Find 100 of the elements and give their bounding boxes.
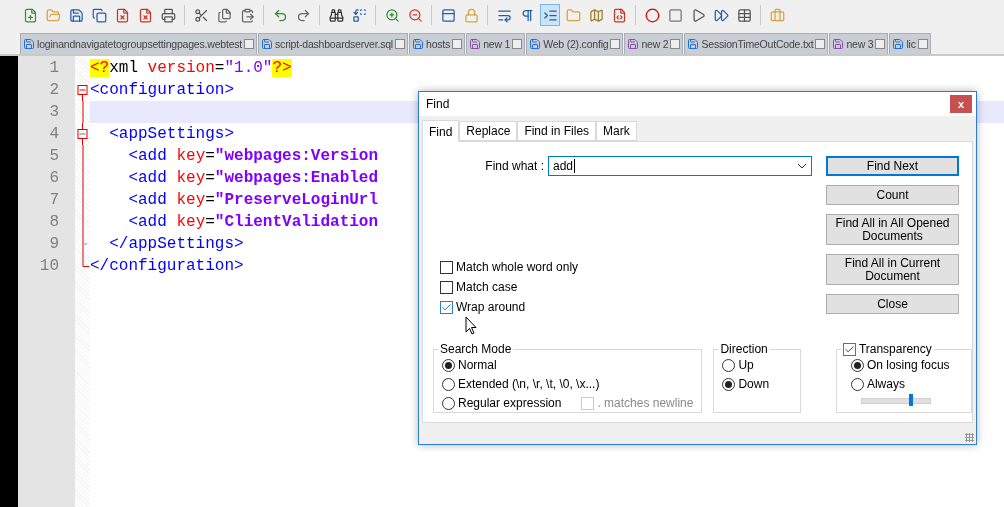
dialog-button[interactable]: Count bbox=[826, 185, 959, 205]
option-label: Up bbox=[738, 358, 754, 372]
find-what-label: Find what : bbox=[485, 159, 544, 173]
lock-icon bbox=[463, 7, 479, 23]
paste-icon bbox=[239, 7, 255, 23]
radio-button[interactable] bbox=[722, 377, 736, 391]
option-label: Match case bbox=[456, 280, 518, 294]
checkbox[interactable] bbox=[440, 280, 453, 294]
radio-button[interactable] bbox=[722, 358, 736, 372]
option-label: Normal bbox=[458, 358, 497, 372]
map-icon bbox=[588, 7, 604, 23]
zoom-in-icon bbox=[384, 7, 400, 23]
copy-icon bbox=[216, 7, 232, 23]
slider-thumb[interactable] bbox=[908, 394, 913, 406]
dialog-tab[interactable]: Find in Files bbox=[517, 121, 597, 141]
dialog-button[interactable]: Find All in Current Document bbox=[826, 254, 959, 285]
table-icon bbox=[736, 7, 752, 23]
record-icon bbox=[644, 7, 660, 23]
tab-close-icon[interactable] bbox=[917, 39, 928, 49]
tab-close-icon[interactable] bbox=[610, 39, 621, 49]
zoom-out-icon bbox=[407, 7, 423, 23]
radio-button[interactable] bbox=[850, 358, 864, 372]
close-file-icon bbox=[114, 7, 130, 23]
option-label: Down bbox=[738, 377, 770, 391]
file-tab[interactable]: loginandnavigatetogroupsettingpages.webtest bbox=[20, 33, 258, 54]
save-all-icon bbox=[91, 7, 107, 23]
play-icon bbox=[690, 7, 706, 23]
file-tab[interactable]: new 3 bbox=[829, 33, 889, 54]
code-line: <configuration> bbox=[90, 80, 235, 101]
tab-close-icon[interactable] bbox=[670, 39, 681, 49]
option-label: Regular expression bbox=[458, 396, 562, 410]
indent-guide-icon bbox=[542, 7, 558, 23]
dialog-button[interactable]: Find Next bbox=[826, 156, 959, 176]
pilcrow-icon bbox=[519, 7, 535, 23]
fold-collapse-icon[interactable] bbox=[77, 123, 88, 145]
dialog-button[interactable]: Find All in All Opened Documents bbox=[826, 214, 959, 245]
cut-icon bbox=[193, 7, 209, 23]
tab-close-icon[interactable] bbox=[512, 39, 523, 49]
radio-button[interactable] bbox=[442, 396, 455, 410]
code-line: </configuration> bbox=[90, 256, 244, 277]
option-label: . matches newline bbox=[597, 396, 694, 410]
tab-close-icon[interactable] bbox=[395, 39, 405, 49]
line-number: 6 bbox=[48, 168, 60, 189]
code-line: <add key="ClientValidation bbox=[127, 212, 379, 233]
print-icon bbox=[160, 7, 176, 23]
checkbox[interactable] bbox=[842, 342, 856, 356]
file-tab[interactable]: new 2 bbox=[624, 33, 684, 54]
file-code-icon bbox=[611, 7, 627, 23]
tab-close-icon[interactable] bbox=[815, 39, 826, 49]
title-close-button[interactable]: x bbox=[950, 95, 972, 113]
tab-close-icon[interactable] bbox=[875, 39, 886, 49]
file-tab[interactable]: Web (2).config bbox=[526, 33, 624, 54]
dialog-tab[interactable]: Find bbox=[422, 120, 460, 142]
mouse-pointer-icon bbox=[465, 316, 477, 335]
file-tab[interactable]: script-dashboardserver.sql bbox=[258, 33, 408, 54]
file-tab[interactable]: new 1 bbox=[466, 33, 526, 54]
tab-close-icon[interactable] bbox=[452, 39, 463, 49]
file-tab[interactable]: lic bbox=[889, 33, 931, 54]
briefcase-icon bbox=[769, 7, 785, 23]
dialog-title: Find bbox=[426, 97, 450, 111]
checkbox[interactable] bbox=[440, 260, 453, 274]
file-tab[interactable]: SessionTimeOutCode.txt bbox=[684, 33, 829, 54]
undo-icon bbox=[272, 7, 288, 23]
code-line: <add key="webpages:Enabled bbox=[127, 168, 379, 189]
line-number: 4 bbox=[48, 124, 60, 145]
line-number: 5 bbox=[48, 146, 60, 167]
code-line: <add key="webpages:Version bbox=[127, 146, 379, 167]
resize-grip-icon[interactable] bbox=[965, 433, 974, 442]
option-label: Extended (\n, \r, \t, \0, \x...) bbox=[458, 377, 600, 391]
group-title: Direction bbox=[719, 342, 769, 356]
code-line: </appSettings> bbox=[108, 234, 244, 255]
code-line: <?xml version="1.0"?> bbox=[90, 58, 292, 79]
line-number: 3 bbox=[48, 102, 60, 123]
open-folder-icon bbox=[45, 7, 61, 23]
indent-guide-button[interactable] bbox=[540, 4, 560, 26]
redo-icon bbox=[295, 7, 311, 23]
find-icon bbox=[328, 7, 344, 23]
stop-icon bbox=[667, 7, 683, 23]
replace-icon bbox=[351, 7, 367, 23]
code-line: <add key="PreserveLoginUrl bbox=[127, 190, 379, 211]
radio-button[interactable] bbox=[442, 377, 455, 391]
line-number: 8 bbox=[48, 212, 60, 233]
tab-close-icon[interactable] bbox=[244, 39, 255, 49]
dropdown-icon[interactable] bbox=[797, 163, 807, 169]
line-number: 7 bbox=[48, 190, 60, 211]
dialog-button[interactable]: Close bbox=[826, 294, 959, 314]
option-label: Wrap around bbox=[456, 300, 526, 314]
radio-button[interactable] bbox=[442, 358, 455, 372]
group-title: Transparency bbox=[858, 342, 932, 356]
fast-forward-icon bbox=[713, 7, 729, 23]
find-what-field[interactable]: add bbox=[548, 156, 812, 176]
line-number: 2 bbox=[48, 80, 60, 101]
option-label: Match whole word only bbox=[456, 260, 579, 274]
word-wrap-icon bbox=[496, 7, 512, 23]
file-tab[interactable]: hosts bbox=[409, 33, 466, 54]
radio-button[interactable] bbox=[850, 377, 864, 391]
dialog-tab[interactable]: Replace bbox=[459, 121, 518, 141]
dialog-tab[interactable]: Mark bbox=[596, 121, 637, 141]
checkbox[interactable] bbox=[440, 300, 453, 314]
folder-icon bbox=[565, 7, 581, 23]
